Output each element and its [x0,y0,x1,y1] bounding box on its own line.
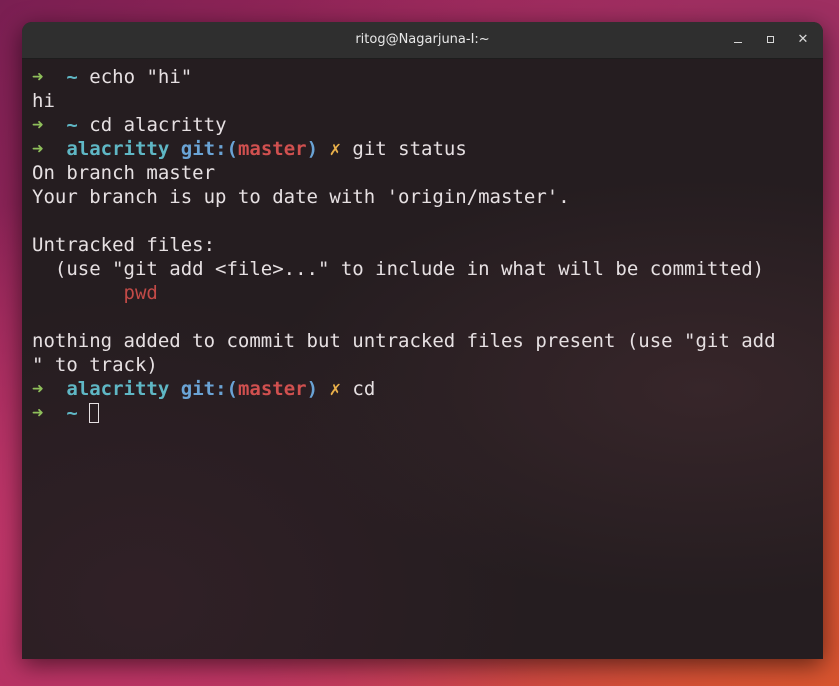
untracked-file-line: pwd [32,281,813,305]
output-line: nothing added to commit but untracked fi… [32,330,776,352]
prompt-arrow-icon: ➜ [32,114,44,136]
prompt-branch: master [237,378,307,400]
terminal-area[interactable]: ➜ ~ echo "hi" hi ➜ ~ cd alacritty ➜ alac… [22,59,823,659]
prompt-arrow-icon: ➜ [32,402,44,424]
output-line: hi [32,90,55,112]
prompt-home: ~ [66,66,78,88]
terminal-window: ritog@Nagarjuna-I:~ ✕ ➜ ~ echo "hi" hi ➜… [22,22,823,659]
prompt-arrow-icon: ➜ [32,138,44,160]
output-line: Your branch is up to date with 'origin/m… [32,186,570,208]
dirty-icon: ✗ [329,138,341,160]
command-text: echo "hi" [89,66,193,88]
untracked-file: pwd [123,282,158,304]
prompt-line: ➜ alacritty git:(master) ✗ git status [32,137,813,161]
prompt-git-open: git:( [180,138,238,160]
minimize-button[interactable] [728,30,748,50]
prompt-arrow-icon: ➜ [32,66,44,88]
prompt-home: ~ [66,402,78,424]
prompt-line: ➜ ~ [32,401,813,425]
output-line: On branch master [32,162,216,184]
maximize-icon [767,36,774,43]
prompt-git-open: git:( [180,378,238,400]
cursor-icon[interactable] [89,403,100,423]
output-line: (use "git add <file>..." to include in w… [32,258,765,280]
prompt-branch: master [237,138,307,160]
maximize-button[interactable] [761,30,781,50]
output-line: Untracked files: [32,234,216,256]
prompt-line: ➜ ~ cd alacritty [32,113,813,137]
command-text: cd alacritty [89,114,227,136]
prompt-line: ➜ ~ echo "hi" [32,65,813,89]
prompt-git-close: ) [306,138,319,160]
prompt-git-close: ) [306,378,319,400]
prompt-dir: alacritty [66,138,170,160]
title-bar[interactable]: ritog@Nagarjuna-I:~ ✕ [22,22,823,59]
command-text: git status [352,138,467,160]
close-icon: ✕ [797,32,809,47]
dirty-icon: ✗ [329,378,341,400]
prompt-line: ➜ alacritty git:(master) ✗ cd [32,377,813,401]
output-line: " to track) [32,354,158,376]
close-button[interactable]: ✕ [793,30,813,50]
prompt-arrow-icon: ➜ [32,378,44,400]
prompt-home: ~ [66,114,78,136]
window-title: ritog@Nagarjuna-I:~ [355,32,490,47]
prompt-dir: alacritty [66,378,170,400]
minimize-icon [734,42,742,43]
command-text: cd [352,378,376,400]
